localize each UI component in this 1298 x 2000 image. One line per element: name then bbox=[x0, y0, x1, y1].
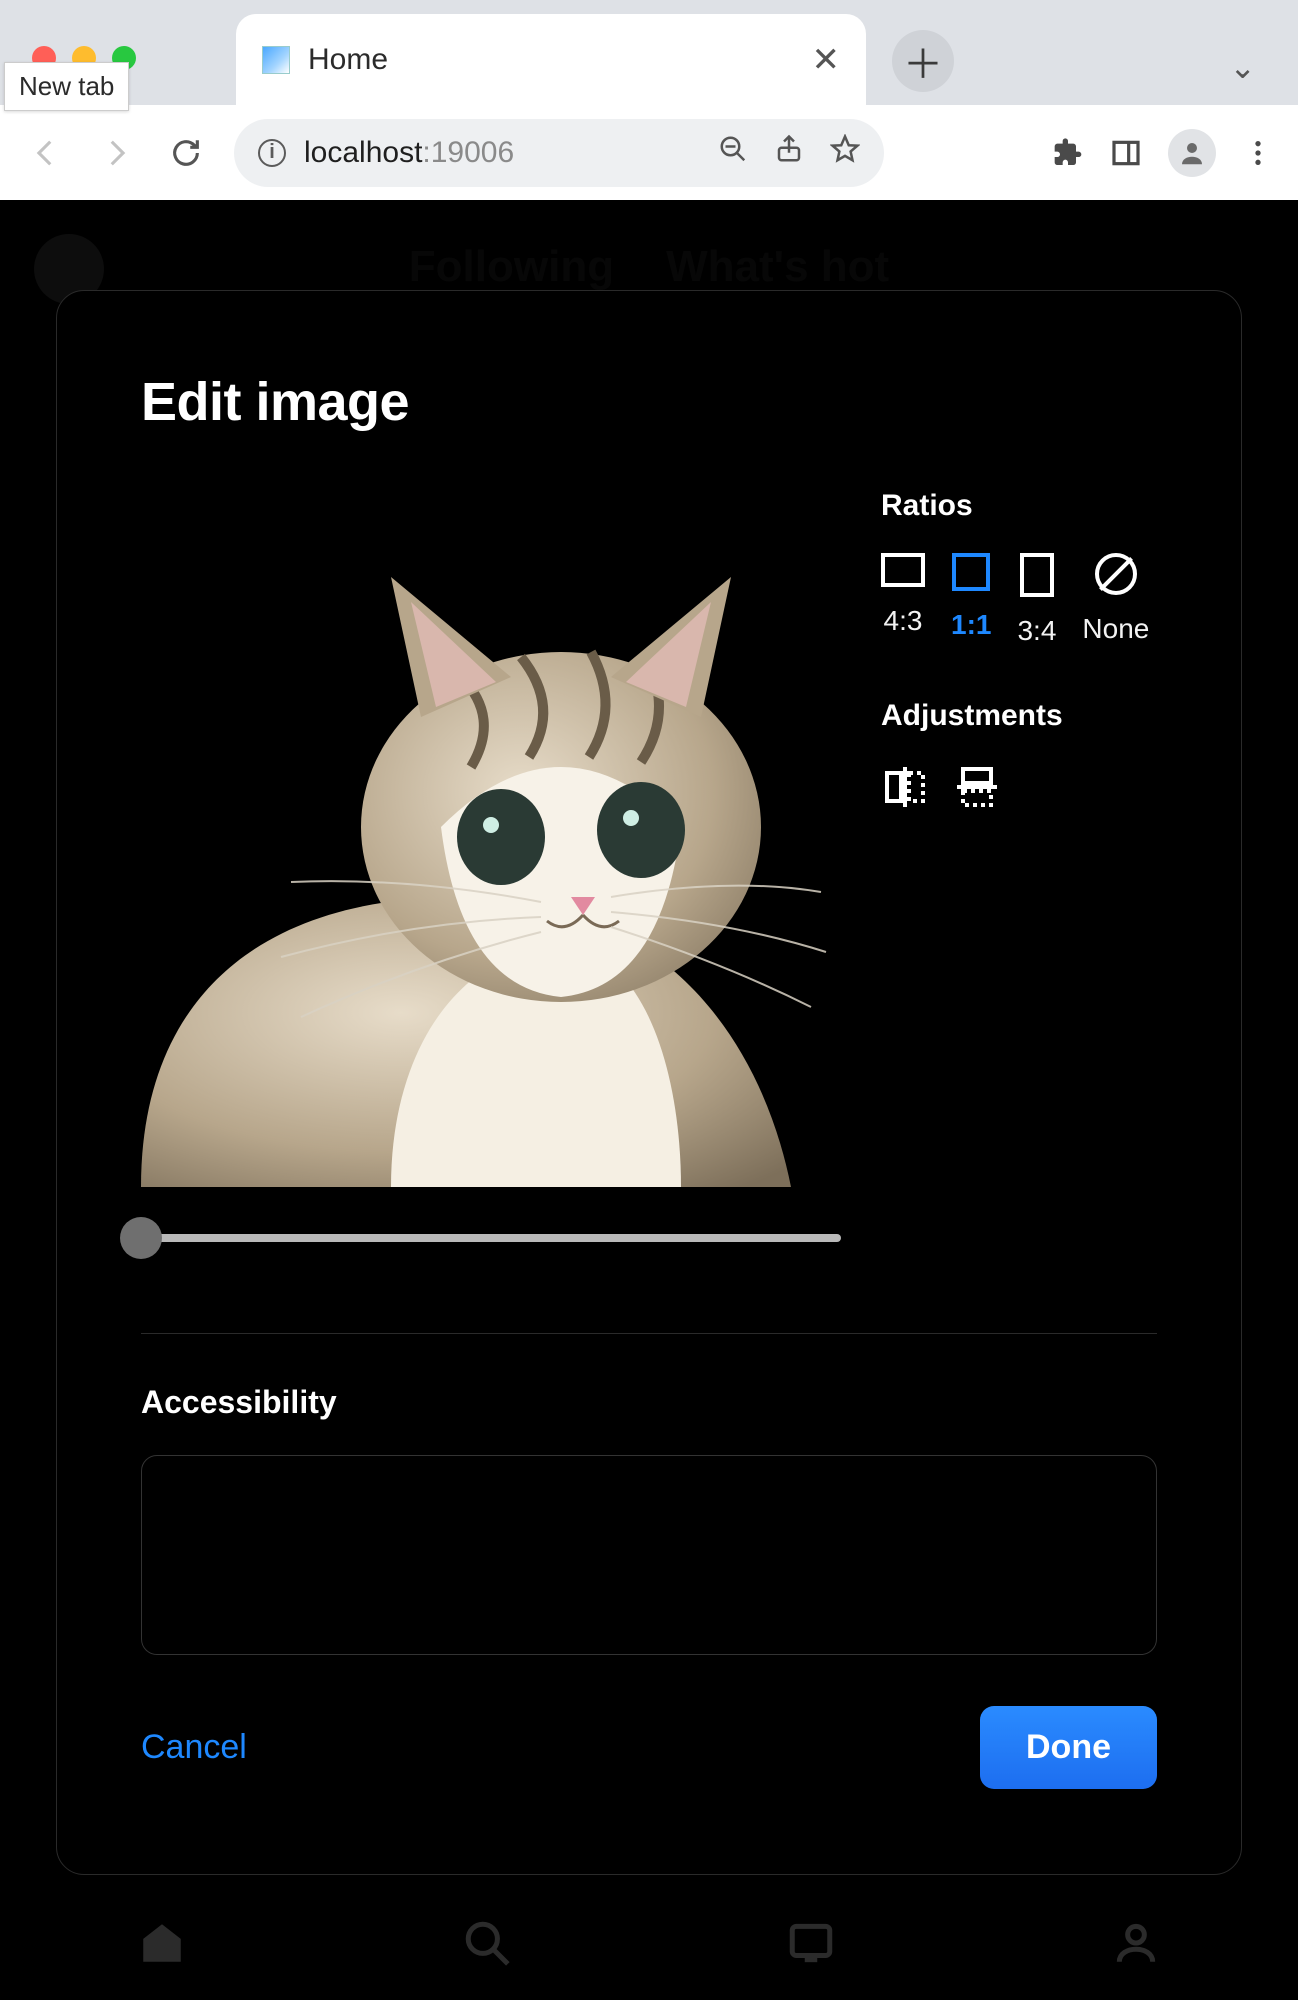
adjustment-tools bbox=[881, 763, 1157, 811]
background-tab-following: Following bbox=[409, 242, 614, 292]
ratio-1-1-label: 1:1 bbox=[951, 609, 991, 641]
zoom-slider[interactable] bbox=[141, 1213, 841, 1263]
ratio-options: 4:3 1:1 3:4 None bbox=[881, 553, 1157, 647]
ratio-4-3-icon bbox=[881, 553, 925, 587]
tabs-overflow-icon[interactable]: ⌄ bbox=[1229, 48, 1256, 86]
ratio-3-4-icon bbox=[1020, 553, 1054, 597]
browser-menu-icon[interactable] bbox=[1242, 137, 1274, 169]
browser-tab[interactable]: Home ✕ bbox=[236, 14, 866, 105]
tab-strip: New tab Home ✕ ＋ ⌄ bbox=[0, 0, 1298, 105]
cancel-button[interactable]: Cancel bbox=[141, 1728, 247, 1767]
bottom-nav bbox=[0, 1890, 1298, 2000]
modal-footer: Cancel Done bbox=[141, 1706, 1157, 1789]
flip-horizontal-icon[interactable] bbox=[881, 763, 929, 811]
preview-cat-illustration bbox=[141, 567, 841, 1187]
background-tab-whats-hot: What's hot bbox=[666, 242, 889, 292]
nav-search-icon[interactable] bbox=[462, 1918, 512, 1973]
ratio-3-4-label: 3:4 bbox=[1017, 615, 1056, 647]
browser-chrome: New tab Home ✕ ＋ ⌄ i localhost:19006 bbox=[0, 0, 1298, 200]
ratio-4-3-label: 4:3 bbox=[884, 605, 923, 637]
done-button[interactable]: Done bbox=[980, 1706, 1157, 1789]
ratio-4-3[interactable]: 4:3 bbox=[881, 553, 925, 647]
forward-icon[interactable] bbox=[94, 131, 138, 175]
new-tab-button[interactable]: ＋ bbox=[892, 30, 954, 92]
ratio-3-4[interactable]: 3:4 bbox=[1017, 553, 1056, 647]
ratio-none-label: None bbox=[1082, 613, 1149, 645]
site-info-icon[interactable]: i bbox=[258, 139, 286, 167]
flip-vertical-icon[interactable] bbox=[953, 763, 1001, 811]
image-preview[interactable] bbox=[141, 487, 841, 1187]
reload-icon[interactable] bbox=[164, 131, 208, 175]
address-bar[interactable]: i localhost:19006 bbox=[234, 119, 884, 187]
background-feed-tabs: Following What's hot bbox=[0, 242, 1298, 292]
tab-title: Home bbox=[308, 43, 794, 77]
accessibility-section: Accessibility bbox=[141, 1384, 1157, 1660]
side-panel-icon[interactable] bbox=[1110, 137, 1142, 169]
alt-text-input[interactable] bbox=[141, 1455, 1157, 1655]
browser-toolbar: i localhost:19006 bbox=[0, 105, 1298, 200]
bookmark-star-icon[interactable] bbox=[830, 134, 860, 172]
new-tab-tooltip: New tab bbox=[4, 62, 129, 111]
back-icon[interactable] bbox=[24, 131, 68, 175]
ratio-1-1[interactable]: 1:1 bbox=[951, 553, 991, 647]
ratio-1-1-icon bbox=[952, 553, 990, 591]
profile-avatar-icon[interactable] bbox=[1168, 129, 1216, 177]
image-preview-area bbox=[141, 487, 841, 1263]
ratio-none[interactable]: None bbox=[1082, 553, 1149, 647]
zoom-slider-thumb[interactable] bbox=[120, 1217, 162, 1259]
edit-image-modal: Edit image bbox=[56, 290, 1242, 1875]
favicon-icon bbox=[262, 46, 290, 74]
url-text: localhost:19006 bbox=[304, 136, 514, 170]
adjustments-heading: Adjustments bbox=[881, 699, 1157, 733]
app-background: Following What's hot Edit image bbox=[0, 200, 1298, 2000]
ratios-heading: Ratios bbox=[881, 489, 1157, 523]
edit-side-panel: Ratios 4:3 1:1 3:4 bbox=[881, 487, 1157, 1263]
section-divider bbox=[141, 1333, 1157, 1334]
accessibility-heading: Accessibility bbox=[141, 1384, 1157, 1421]
close-tab-icon[interactable]: ✕ bbox=[812, 43, 841, 77]
nav-profile-icon[interactable] bbox=[1111, 1918, 1161, 1973]
modal-title: Edit image bbox=[141, 371, 1157, 433]
nav-home-icon[interactable] bbox=[137, 1918, 187, 1973]
share-icon[interactable] bbox=[774, 134, 804, 172]
zoom-out-icon[interactable] bbox=[718, 134, 748, 172]
nav-notifications-icon[interactable] bbox=[786, 1918, 836, 1973]
extensions-icon[interactable] bbox=[1052, 137, 1084, 169]
ratio-none-icon bbox=[1095, 553, 1137, 595]
